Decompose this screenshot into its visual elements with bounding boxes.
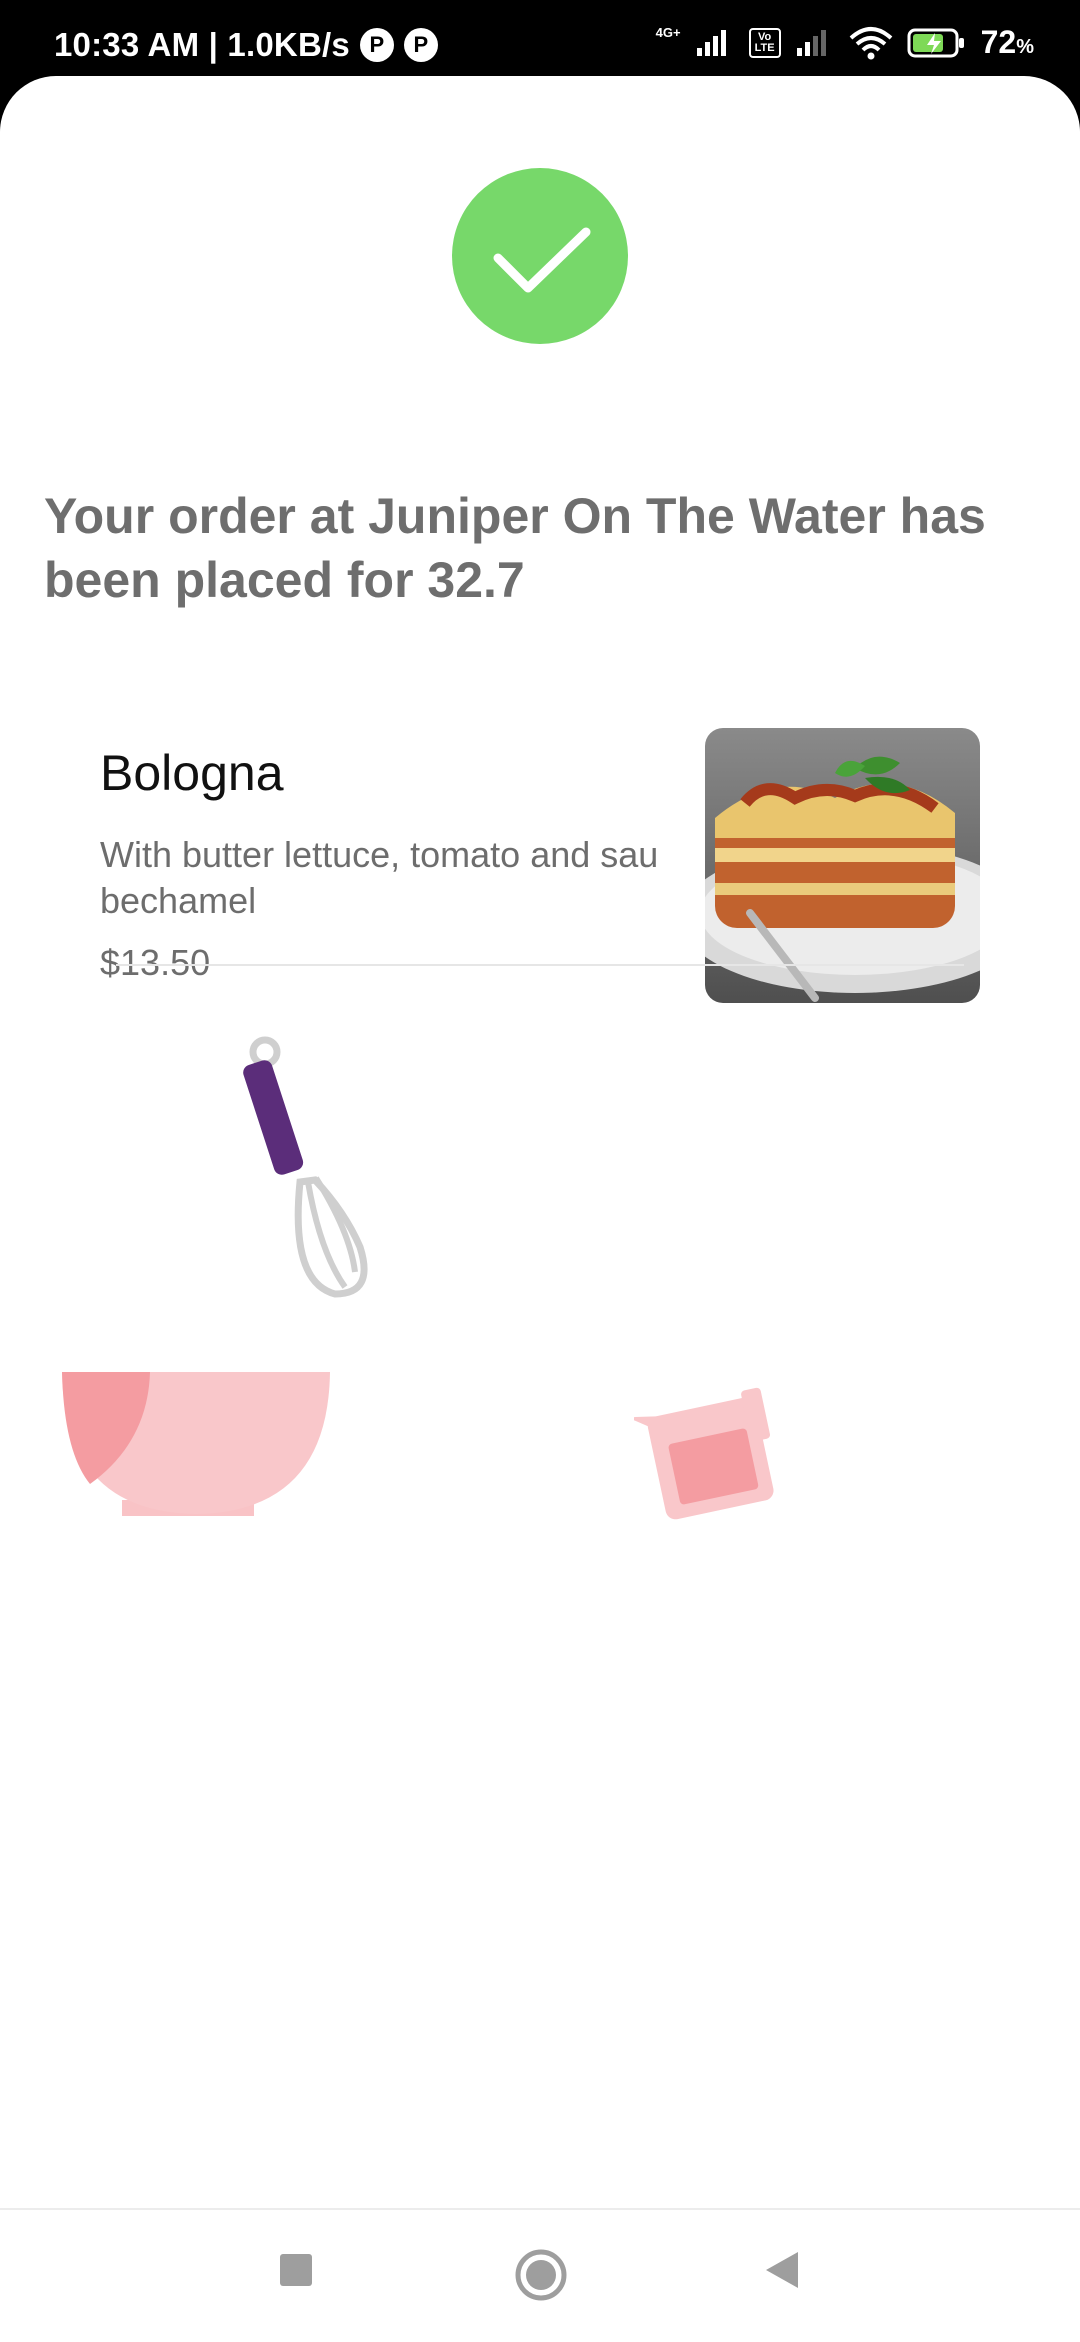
notification-badge-icon: P xyxy=(359,28,394,62)
notification-badge-icon-2: P xyxy=(403,28,438,62)
lasagna-photo xyxy=(705,728,980,1003)
item-description: With butter lettuce, tomato and sau bech… xyxy=(100,832,710,932)
signal-icon xyxy=(696,29,726,56)
signal-icon-2 xyxy=(796,29,826,56)
status-left: 10:33 AM | 1.0KB/s P P xyxy=(54,26,438,64)
order-headline: Your order at Juniper On The Water has b… xyxy=(44,488,986,608)
volte-icon: Vo LTE xyxy=(748,27,781,58)
time-and-speed: 10:33 AM | 1.0KB/s xyxy=(54,26,350,63)
back-triangle-icon[interactable] xyxy=(762,2250,802,2290)
order-item[interactable]: Bologna With butter lettuce, tomato and … xyxy=(100,652,980,1012)
wifi-icon xyxy=(849,26,892,59)
home-circle-icon[interactable] xyxy=(514,2248,568,2302)
whisk-icon xyxy=(243,1036,368,1298)
order-confirmation-sheet: Your order at Juniper On The Water has b… xyxy=(0,76,1080,2340)
divider xyxy=(116,964,964,966)
system-nav-bar xyxy=(0,2208,1080,2342)
battery-icon xyxy=(907,28,964,57)
recents-square-icon[interactable] xyxy=(278,2252,314,2288)
item-price: $13.50 xyxy=(100,942,211,983)
item-description-line2: bechamel xyxy=(100,880,257,921)
success-badge xyxy=(452,168,628,344)
item-description-line1: With butter lettuce, tomato and sau xyxy=(100,834,659,875)
mixing-bowl-icon xyxy=(62,1372,330,1516)
item-name: Bologna xyxy=(100,745,284,801)
battery-percent: 72% xyxy=(980,24,1034,60)
status-right: 4G+ Vo LTE 72% xyxy=(656,24,1034,61)
network-type: 4G+ xyxy=(655,25,681,40)
check-icon xyxy=(493,227,591,293)
measuring-cup-icon xyxy=(634,1387,774,1520)
